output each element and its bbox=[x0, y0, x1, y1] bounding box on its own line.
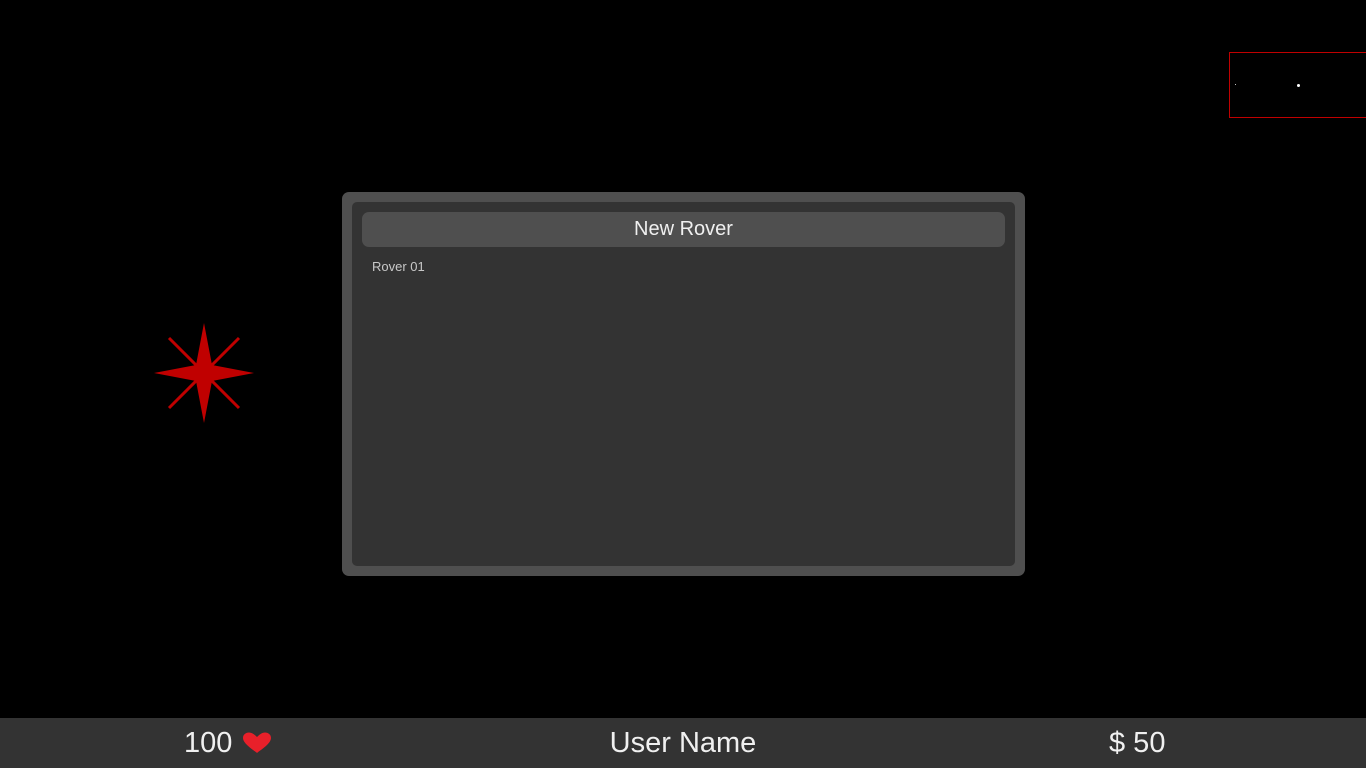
rover-list-item[interactable]: Rover 01 bbox=[372, 259, 1005, 275]
rover-list: Rover 01 bbox=[362, 259, 1005, 275]
new-rover-button[interactable]: New Rover bbox=[362, 212, 1005, 247]
game-viewport[interactable]: New Rover Rover 01 bbox=[0, 0, 1366, 718]
minimap-dot bbox=[1235, 84, 1236, 85]
rover-dialog-panel: New Rover Rover 01 bbox=[352, 202, 1015, 566]
red-compass-star-icon[interactable] bbox=[153, 322, 255, 424]
rover-dialog: New Rover Rover 01 bbox=[342, 192, 1025, 576]
money-display: $ 50 bbox=[1109, 727, 1166, 759]
minimap[interactable] bbox=[1229, 52, 1366, 118]
status-bar: 100 User Name $ 50 bbox=[0, 718, 1366, 768]
minimap-player-dot bbox=[1297, 84, 1300, 87]
